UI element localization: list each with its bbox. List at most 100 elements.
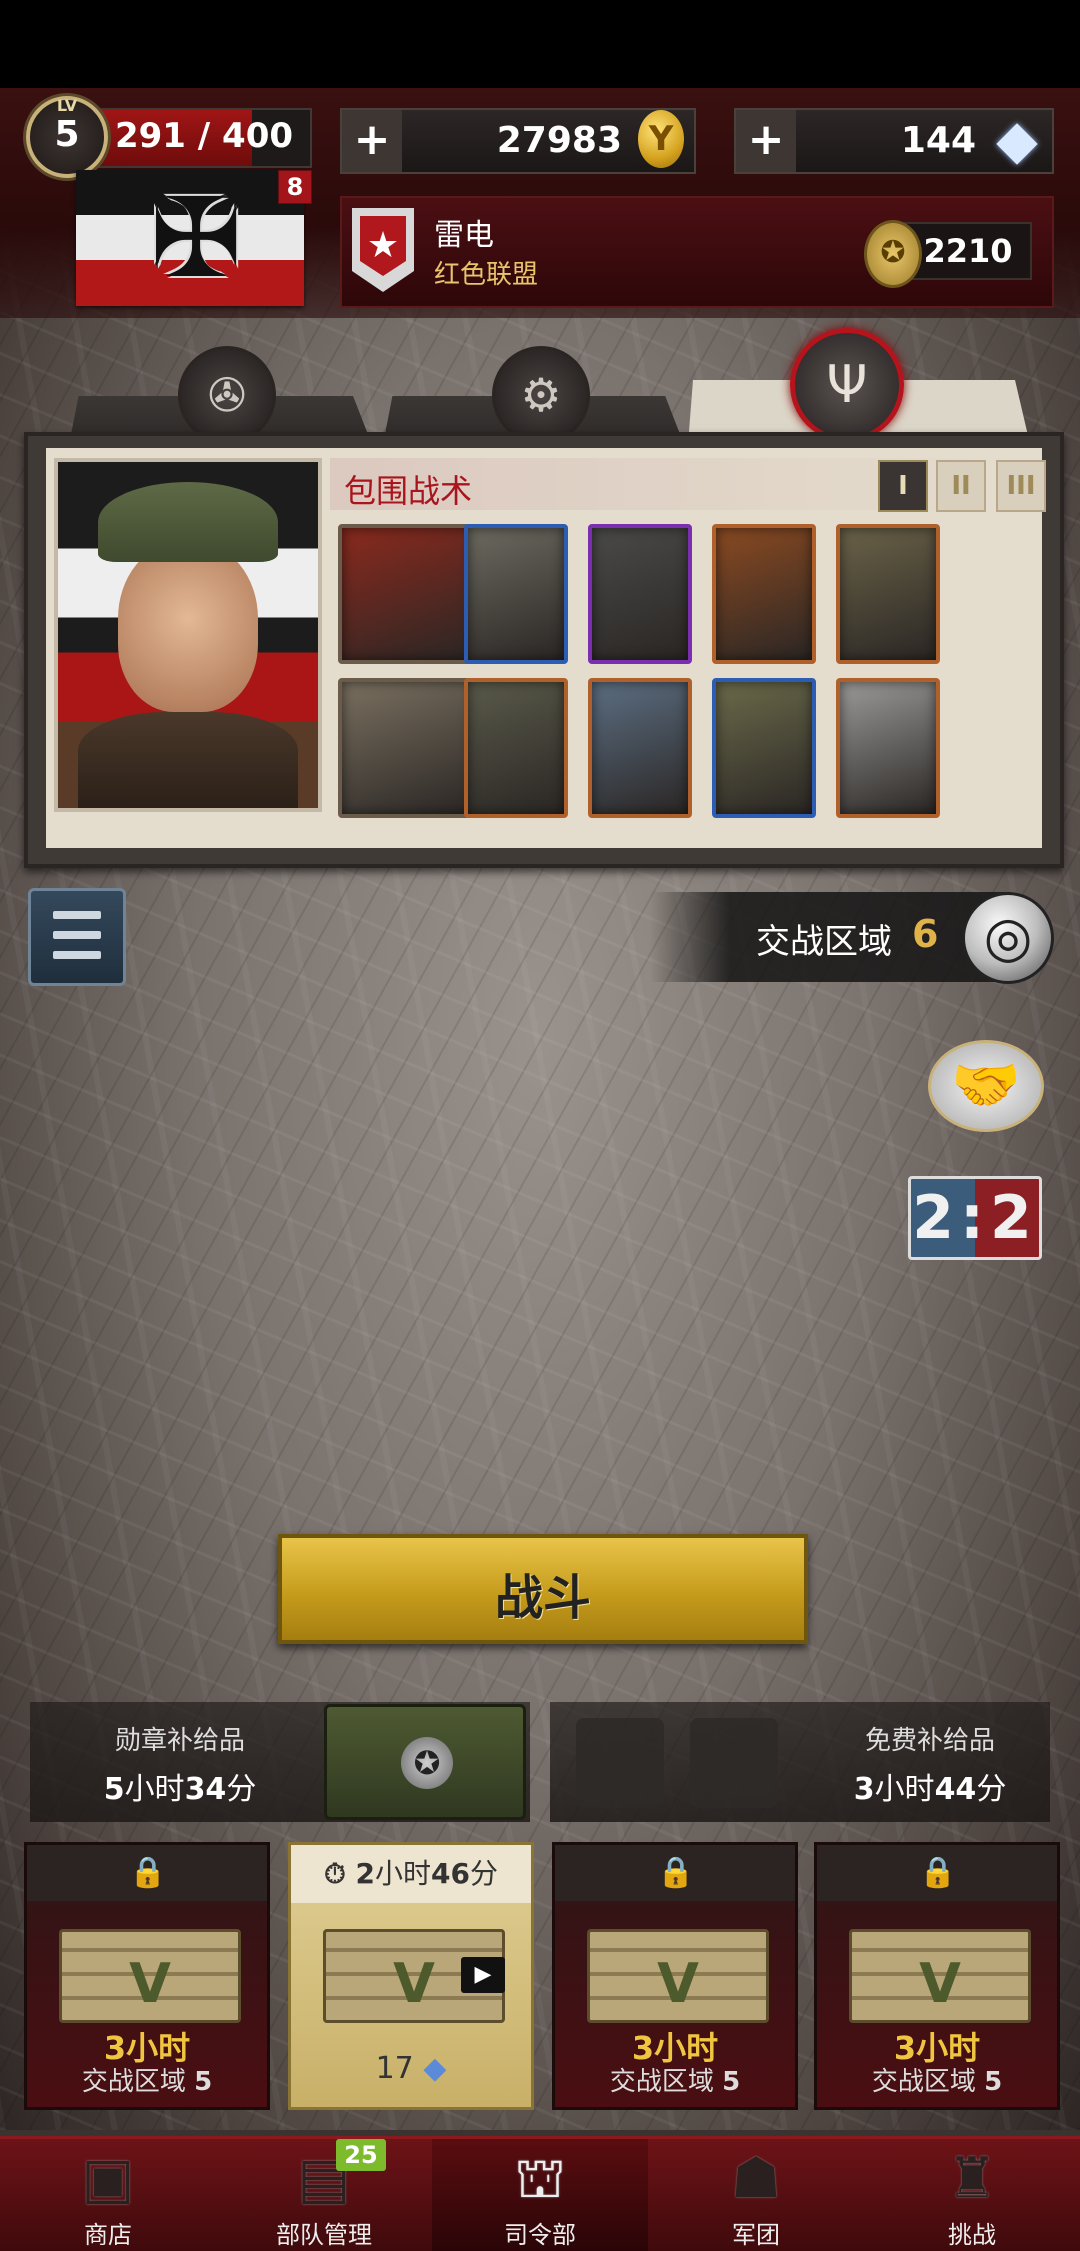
supply-silhouette-icon [690,1718,778,1808]
menu-button[interactable] [28,888,126,986]
player-name: 雷电 [434,218,494,253]
unit-card[interactable] [712,524,816,664]
chest-header: 🔒 [817,1845,1057,1901]
unit-card[interactable] [588,678,692,818]
chest-zone: 交战区域 5 [871,2067,1003,2097]
chest-header: 🔒 [555,1845,795,1901]
free-supply[interactable]: 免费补给品 3小时44分 [550,1702,1050,1822]
zone-label: 交战区域 [756,922,892,962]
shop-box-icon: ▣ [81,2146,135,2211]
tier-2-button[interactable]: II [936,460,986,512]
portrait-coat [78,712,298,808]
nav-label: 军团 [732,2221,780,2249]
crate-v-mark: V [919,1952,961,2015]
unit-card[interactable] [338,678,476,818]
hq-building-icon: ⛫ [514,2146,566,2211]
nav-label: 部队管理 [276,2221,372,2249]
crate-v-mark: V [657,1952,699,2015]
alliance-emblem-icon: ★ [352,208,414,292]
flag-notification-badge: 8 [278,170,312,204]
unit-card[interactable] [588,524,692,664]
level-badge[interactable]: LV 5 [26,96,108,178]
ammo-crate-icon[interactable]: ✪ [324,1704,526,1820]
nav-label: 商店 [84,2221,132,2249]
menu-line [53,911,101,919]
crate-emblem-icon: ✪ [401,1737,453,1789]
chest-zone: 交战区域 5 [81,2067,213,2097]
nav-challenge[interactable]: ♜ 挑战 [864,2139,1080,2251]
video-icon[interactable]: ▶ [461,1957,505,1993]
commander-portrait[interactable] [54,458,322,812]
unit-card[interactable] [836,678,940,818]
open-cost[interactable]: 17 ◆ [291,2051,531,2086]
trophy-icon: ♜ [946,2146,998,2211]
chest-slot-4[interactable]: 🔒 V 3小时 交战区域 5 [814,1842,1060,2110]
tactic-title-bar: 包围战术 I II III [330,458,1046,512]
diamond-icon: ◆ [423,2051,447,2086]
xp-text: 291 / 400 [114,116,294,156]
medal-supply-title: 勋章补给品 [114,1726,245,1756]
portrait-cap [98,482,278,562]
nav-troops[interactable]: ▤ 25 部队管理 [216,2139,432,2251]
alliance-score-box: 2210 [904,222,1032,280]
stopwatch-icon: ⏱ [323,1857,346,1890]
portrait-face [118,542,258,712]
unit-card[interactable] [338,524,476,664]
coin-icon: Y [638,110,684,168]
tier-1-button[interactable]: I [878,460,928,512]
level-prefix: LV [56,96,78,115]
trident-icon[interactable]: Ψ [790,328,904,442]
unit-card[interactable] [836,524,940,664]
unit-card[interactable] [464,524,568,664]
status-bar [0,0,1080,88]
chest-zone: 交战区域 5 [609,2067,741,2097]
chest-slot-2[interactable]: ⏱ 2小时46分 V ▶ 17 ◆ [288,1842,534,2110]
crate-icon: V [587,1929,769,2023]
diamonds-value: 144 [900,120,976,161]
xp-bar: 291 / 400 [96,108,312,168]
tank-icon[interactable]: ⚙ [492,346,590,444]
troops-badge: 25 [336,2139,386,2171]
chest-slot-1[interactable]: 🔒 V 3小时 交战区域 5 [24,1842,270,2110]
nav-shop[interactable]: ▣ 商店 [0,2139,216,2251]
unit-card[interactable] [712,678,816,818]
tactics-panel: 包围战术 I II III [24,432,1064,868]
add-diamonds-button[interactable]: + [736,110,796,172]
unit-card[interactable] [464,678,568,818]
menu-line [53,931,101,939]
alliance-panel[interactable]: ★ 雷电 红色联盟 2210 ✪ [340,196,1054,308]
globe-icon: ◎ [962,892,1054,984]
crate-v-mark: V [129,1952,171,2015]
engagement-zone[interactable]: 交战区域 6 ◎ [650,892,1054,984]
lock-icon: 🔒 [129,1855,167,1890]
eagle-icon[interactable]: ✇ [178,346,276,444]
alliance-score: 2210 [923,232,1013,270]
tactics-panel-inner: 包围战术 I II III [46,448,1046,848]
nation-flag[interactable]: ✠ [76,170,304,306]
nav-hq[interactable]: ⛫ 司令部 [432,2139,648,2251]
battle-label: 战斗 [494,1570,591,1626]
medal-supply-time: 5小时34分 [103,1772,257,1807]
handshake-icon[interactable]: 🤝 [928,1040,1044,1132]
nav-legion[interactable]: ☗ 军团 [648,2139,864,2251]
supply-silhouette-icon [576,1718,664,1808]
diamonds-box: + 144 ◆ [734,108,1054,174]
menu-line [53,951,101,959]
vs-score[interactable]: 2:2 [908,1176,1042,1260]
tier-3-button[interactable]: III [996,460,1046,512]
tactic-title: 包围战术 [344,472,473,510]
coins-value: 27983 [496,120,622,161]
chest-slot-3[interactable]: 🔒 V 3小时 交战区域 5 [552,1842,798,2110]
nav-label: 挑战 [948,2221,996,2249]
lock-icon: 🔒 [657,1855,695,1890]
add-coins-button[interactable]: + [342,110,402,172]
star-icon: ★ [360,216,406,276]
group-icon: ☗ [730,2146,782,2211]
chest-header: 🔒 [27,1845,267,1901]
bottom-nav: ▣ 商店 ▤ 25 部队管理 ⛫ 司令部 ☗ 军团 ♜ 挑战 [0,2136,1080,2251]
battle-button[interactable]: 战斗 [278,1534,808,1644]
free-supply-time: 3小时44分 [853,1772,1007,1807]
free-supply-title: 免费补给品 [864,1726,995,1756]
iron-cross-icon: ✠ [150,174,243,302]
alliance-name: 红色联盟 [434,260,539,290]
